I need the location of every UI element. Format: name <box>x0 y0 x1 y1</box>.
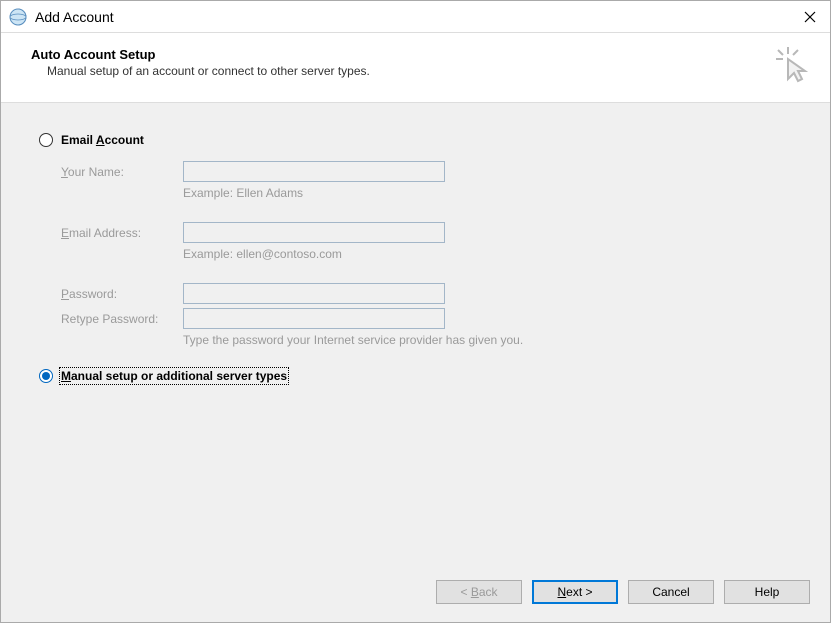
help-button[interactable]: Help <box>724 580 810 604</box>
hint-email-address: Example: ellen@contoso.com <box>183 247 802 261</box>
wizard-header: Auto Account Setup Manual setup of an ac… <box>1 33 830 102</box>
email-account-form: Your Name: Example: Ellen Adams Email Ad… <box>61 161 802 347</box>
wizard-footer: < Back Next > Cancel Help <box>1 566 830 622</box>
input-retype-password <box>183 308 445 329</box>
hint-your-name: Example: Ellen Adams <box>183 186 802 200</box>
next-button[interactable]: Next > <box>532 580 618 604</box>
close-button[interactable] <box>790 1 830 33</box>
add-account-window: Add Account Auto Account Setup Manual se… <box>0 0 831 623</box>
radio-label-email-account: Email Account <box>61 133 144 147</box>
input-email-address <box>183 222 445 243</box>
option-manual-setup[interactable]: Manual setup or additional server types <box>39 369 802 383</box>
row-retype-password: Retype Password: <box>61 308 802 329</box>
cursor-icon <box>772 45 810 86</box>
row-your-name: Your Name: <box>61 161 802 182</box>
label-password: Password: <box>61 287 183 301</box>
window-title: Add Account <box>35 9 790 25</box>
input-your-name <box>183 161 445 182</box>
wizard-heading: Auto Account Setup <box>31 47 810 62</box>
label-your-name: Your Name: <box>61 165 183 179</box>
label-email-address: Email Address: <box>61 226 183 240</box>
hint-password: Type the password your Internet service … <box>183 333 802 347</box>
app-icon <box>9 8 27 26</box>
radio-email-account[interactable] <box>39 133 53 147</box>
row-email-address: Email Address: <box>61 222 802 243</box>
titlebar: Add Account <box>1 1 830 33</box>
wizard-subheading: Manual setup of an account or connect to… <box>47 64 810 78</box>
radio-manual-setup[interactable] <box>39 369 53 383</box>
wizard-body: Email Account Your Name: Example: Ellen … <box>1 102 830 566</box>
row-password: Password: <box>61 283 802 304</box>
radio-label-manual-setup: Manual setup or additional server types <box>61 369 287 383</box>
cancel-button[interactable]: Cancel <box>628 580 714 604</box>
option-email-account[interactable]: Email Account <box>39 133 802 147</box>
label-retype-password: Retype Password: <box>61 312 183 326</box>
input-password <box>183 283 445 304</box>
back-button: < Back <box>436 580 522 604</box>
